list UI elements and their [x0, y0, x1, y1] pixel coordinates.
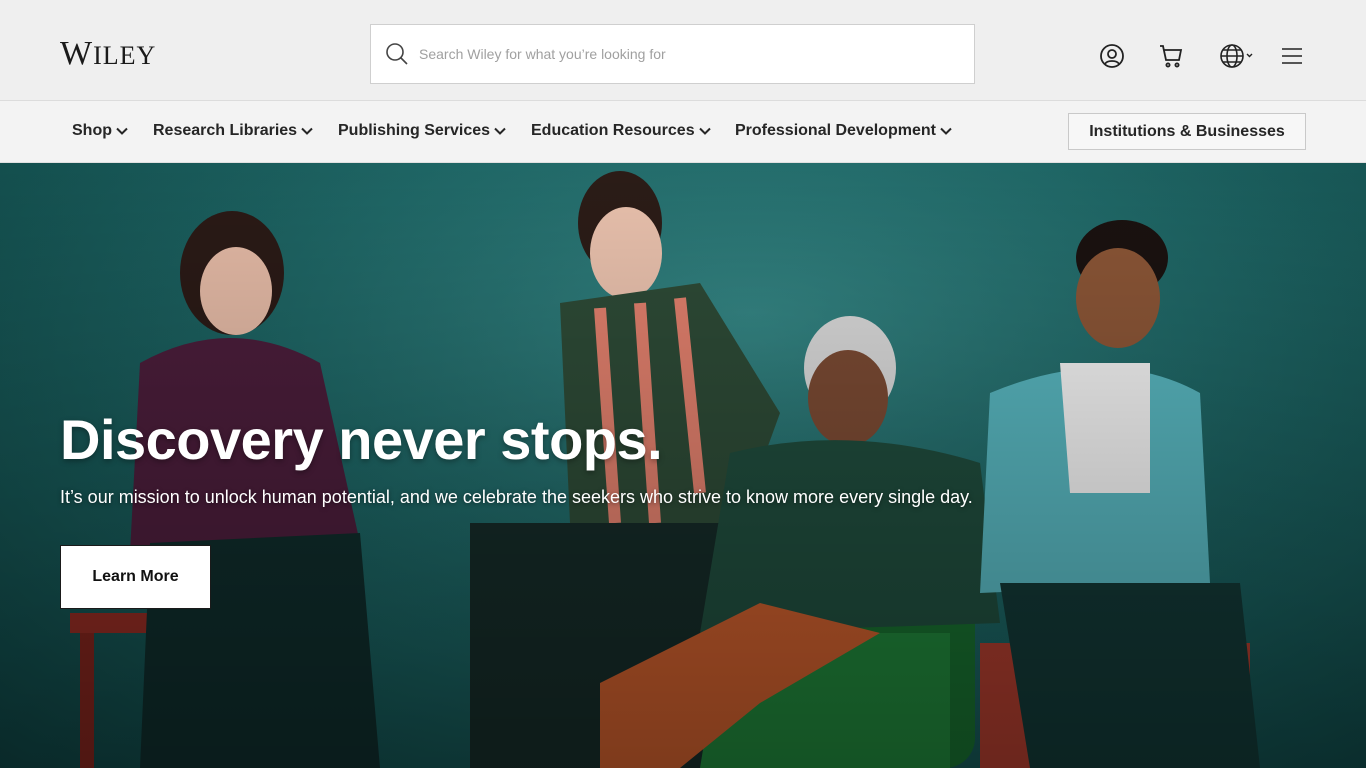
nav-item-research-libraries[interactable]: Research Libraries: [153, 122, 313, 140]
nav-item-label: Research Libraries: [153, 122, 298, 139]
chevron-down-icon: [116, 127, 128, 135]
logo-letter-w: W: [60, 35, 94, 72]
nav-item-professional-development[interactable]: Professional Development: [735, 122, 952, 140]
account-icon[interactable]: [1099, 43, 1125, 69]
hamburger-menu-icon[interactable]: [1280, 43, 1304, 69]
main-nav: Shop Research Libraries Publishing Servi…: [0, 101, 1366, 163]
hero-banner: Discovery never stops. It’s our mission …: [0, 163, 1366, 768]
nav-item-publishing-services[interactable]: Publishing Services: [338, 122, 506, 140]
nav-item-shop[interactable]: Shop: [72, 122, 128, 140]
nav-item-label: Shop: [72, 122, 112, 139]
nav-item-label: Education Resources: [531, 122, 695, 139]
hero-subtitle: It’s our mission to unlock human potenti…: [60, 487, 973, 507]
hero-title: Discovery never stops.: [60, 408, 663, 471]
search-input[interactable]: [419, 46, 939, 62]
nav-item-education-resources[interactable]: Education Resources: [531, 122, 711, 140]
top-header: WILEY: [0, 0, 1366, 101]
nav-item-label: Publishing Services: [338, 122, 491, 139]
logo-letters: ILEY: [93, 41, 157, 70]
cart-icon[interactable]: [1158, 43, 1184, 69]
chevron-down-icon: [698, 127, 711, 135]
chevron-down-icon: [494, 127, 506, 135]
wiley-logo[interactable]: WILEY: [60, 36, 156, 74]
globe-language-icon[interactable]: [1219, 43, 1255, 69]
search-bar[interactable]: [370, 24, 975, 84]
search-icon[interactable]: [385, 42, 409, 66]
nav-item-label: Professional Development: [735, 122, 936, 139]
institutions-businesses-button[interactable]: Institutions & Businesses: [1068, 113, 1306, 150]
chevron-down-icon: [301, 127, 313, 135]
chevron-down-icon: [940, 127, 952, 135]
learn-more-button[interactable]: Learn More: [60, 545, 211, 609]
